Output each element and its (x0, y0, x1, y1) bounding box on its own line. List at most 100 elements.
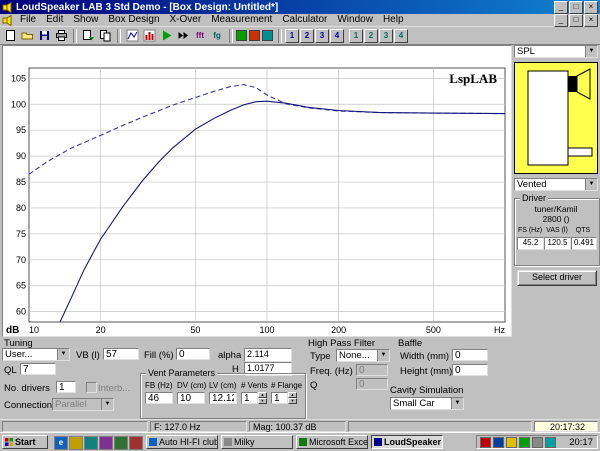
tray-volume-icon[interactable] (480, 437, 491, 448)
vents-stepper[interactable]: ▲▼ (258, 392, 267, 404)
tray-schedule-icon[interactable] (506, 437, 517, 448)
minimize-button[interactable]: _ (554, 1, 568, 14)
menu-help[interactable]: Help (378, 14, 409, 26)
tray-msn-icon[interactable] (545, 437, 556, 448)
no-drivers-label: No. drivers (4, 383, 50, 394)
cavity-simulation-combo[interactable]: Small Car▼ (390, 397, 464, 410)
menu-x-over[interactable]: X-Over (165, 14, 207, 26)
toolbar-separator (229, 29, 233, 43)
chevron-down-icon[interactable]: ▼ (377, 350, 389, 361)
export-button[interactable] (80, 28, 96, 43)
cavity-simulation-value: Small Car (391, 398, 451, 409)
view-select-combo[interactable]: SPL▼ (514, 45, 598, 58)
overlay-3-button[interactable]: 3 (379, 29, 393, 43)
preset-1-button[interactable]: 1 (285, 29, 299, 43)
chevron-down-icon[interactable]: ▼ (585, 46, 597, 57)
right-panel: SPL▼ Vented▼ Driver tuner/Kamil 2800 () … (514, 45, 598, 337)
task-milky[interactable]: Milky (221, 435, 293, 449)
flange-stepper[interactable]: ▲▼ (288, 392, 297, 404)
maximize-button[interactable]: □ (569, 1, 583, 14)
window-title: LoudSpeaker LAB 3 Std Demo - [Box Design… (16, 2, 553, 13)
save-button[interactable] (36, 28, 52, 43)
preset-3-button[interactable]: 3 (315, 29, 329, 43)
overlay-1-button[interactable]: 1 (349, 29, 363, 43)
connection-combo: Parallel▼ (52, 398, 114, 411)
box-parameters-panel: Tuning User...▼ VB (l) Fill (%) alpha 2.… (0, 337, 600, 419)
menu-calculator[interactable]: Calculator (277, 14, 332, 26)
no-drivers-input[interactable] (56, 381, 76, 393)
overlay-4-button[interactable]: 4 (394, 29, 408, 43)
lv-input[interactable] (209, 392, 237, 404)
overlay-2-button[interactable]: 2 (364, 29, 378, 43)
show-desktop-icon[interactable] (84, 436, 98, 450)
vent-parameters-title: Vent Parameters (146, 368, 217, 378)
task-auto-hifi[interactable]: Auto HI-FI club.c... (146, 435, 218, 449)
chevron-down-icon[interactable]: ▼ (57, 349, 69, 360)
impedance-graph-button[interactable] (141, 28, 157, 43)
print-button[interactable] (53, 28, 69, 43)
ie-icon[interactable]: e (54, 436, 68, 450)
preset-2-button[interactable]: 2 (300, 29, 314, 43)
fill-input[interactable] (176, 348, 210, 360)
hpf-type-combo[interactable]: None...▼ (336, 349, 390, 362)
menu-box-design[interactable]: Box Design (103, 14, 164, 26)
close-button[interactable]: × (584, 1, 598, 14)
menu-measurement[interactable]: Measurement (206, 14, 277, 26)
svg-text:100: 100 (259, 325, 274, 335)
chevron-down-icon[interactable]: ▼ (451, 398, 463, 409)
preset-4-button[interactable]: 4 (330, 29, 344, 43)
child-minimize-button[interactable]: _ (554, 14, 568, 27)
taskbar: Start e Auto HI-FI club.c... Milky Micro… (0, 432, 600, 451)
open-file-button[interactable] (19, 28, 35, 43)
child-restore-button[interactable]: □ (569, 14, 583, 27)
start-button[interactable]: Start (2, 435, 48, 449)
menu-edit[interactable]: Edit (41, 14, 68, 26)
task-label: LoudSpeaker L... (384, 436, 443, 448)
task-excel[interactable]: Microsoft Excel - ... (296, 435, 368, 449)
menu-file[interactable]: File (15, 14, 41, 26)
box-type-combo[interactable]: Vented▼ (514, 178, 598, 191)
fg-button[interactable]: fg (209, 28, 225, 43)
fb-input[interactable] (145, 392, 173, 404)
tray-network-icon[interactable] (532, 437, 543, 448)
marker-teal-button[interactable] (262, 30, 273, 41)
copy-button[interactable] (97, 28, 113, 43)
child-close-button[interactable]: × (584, 14, 598, 27)
hpf-label: High Pass Filter (308, 338, 375, 349)
tray-display-icon[interactable] (493, 437, 504, 448)
baffle-height-input[interactable] (452, 364, 488, 376)
ql-input[interactable] (20, 363, 56, 375)
hpf-type-value: None... (337, 350, 377, 361)
chevron-down-icon[interactable]: ▼ (585, 179, 597, 190)
vents-input[interactable] (241, 392, 258, 404)
excel-icon (299, 438, 307, 446)
spl-chart[interactable]: 6065707580859095100105102050100200500dBH… (3, 46, 511, 336)
menu-show[interactable]: Show (68, 14, 103, 26)
tuning-mode-combo[interactable]: User...▼ (2, 348, 70, 361)
fast-forward-button[interactable] (175, 28, 191, 43)
spl-graph-button[interactable] (124, 28, 140, 43)
menu-window[interactable]: Window (332, 14, 378, 26)
flange-input[interactable] (271, 392, 288, 404)
svg-text:95: 95 (16, 125, 26, 135)
baffle-width-input[interactable] (452, 349, 488, 361)
outlook-icon[interactable] (69, 436, 83, 450)
select-driver-button[interactable]: Select driver (517, 270, 597, 286)
baffle-height-label: Height (mm) (400, 366, 452, 377)
task-loudspeaker-lab[interactable]: LoudSpeaker L... (371, 435, 443, 449)
tray-antivirus-icon[interactable] (519, 437, 530, 448)
folder-icon[interactable] (114, 436, 128, 450)
baffle-width-label: Width (mm) (400, 351, 449, 362)
app-icon (2, 2, 13, 13)
media-player-icon[interactable] (99, 436, 113, 450)
dv-input[interactable] (177, 392, 205, 404)
marker-red-button[interactable] (249, 30, 260, 41)
channels-icon[interactable] (129, 436, 143, 450)
fft-button[interactable]: fft (192, 28, 208, 43)
marker-green-button[interactable] (236, 30, 247, 41)
new-file-button[interactable] (2, 28, 18, 43)
run-measurement-button[interactable] (158, 28, 174, 43)
vb-input[interactable] (103, 348, 139, 360)
interb-checkbox (86, 382, 97, 393)
child-window-icon[interactable] (2, 15, 13, 26)
